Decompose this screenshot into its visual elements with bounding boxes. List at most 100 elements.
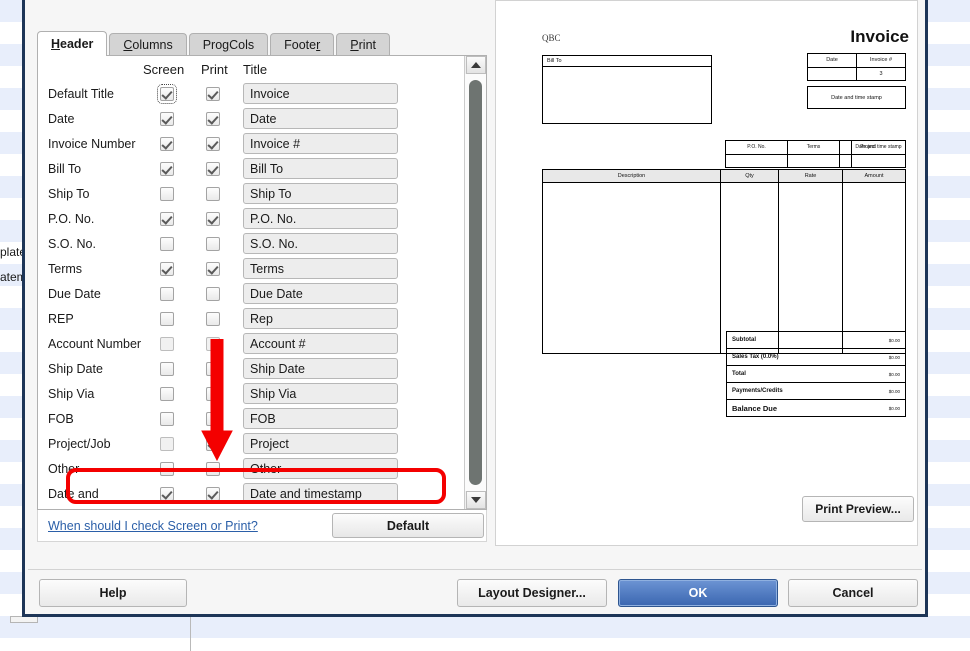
scrollbar-thumb[interactable] <box>469 80 482 485</box>
scroll-up-button[interactable] <box>465 56 486 74</box>
print-checkbox[interactable] <box>206 236 220 251</box>
timestamp-project-value <box>852 155 905 168</box>
line-items-table: Description Qty Rate Amount <box>542 169 906 354</box>
totals-value: $0.00 <box>888 388 900 394</box>
tab-columns[interactable]: Columns <box>109 33 187 56</box>
screen-checkbox[interactable] <box>160 436 174 451</box>
print-checkbox[interactable] <box>206 486 220 501</box>
table-row: P.O. No. Terms Date and time stamp Proje… <box>726 141 905 155</box>
layout-designer-button[interactable]: Layout Designer... <box>457 579 607 607</box>
screen-checkbox[interactable] <box>160 361 174 376</box>
field-row-label: Invoice Number <box>48 136 136 151</box>
title-input[interactable]: Rep <box>243 308 398 329</box>
title-input[interactable]: Ship Via <box>243 383 398 404</box>
title-input[interactable]: Ship Date <box>243 358 398 379</box>
print-checkbox[interactable] <box>206 186 220 201</box>
tab-print[interactable]: Print <box>336 33 390 56</box>
screen-checkbox[interactable] <box>160 311 174 326</box>
invoice-number-header: Invoice # <box>869 57 892 64</box>
column-header-description: Description <box>543 170 721 182</box>
field-row: Date Date <box>38 106 464 131</box>
bill-to-box: Bill To <box>542 55 712 124</box>
screen-checkbox[interactable] <box>160 286 174 301</box>
screen-checkbox[interactable] <box>160 386 174 401</box>
print-checkbox[interactable] <box>206 386 220 401</box>
title-input[interactable]: Ship To <box>243 183 398 204</box>
screen-checkbox[interactable] <box>160 486 174 501</box>
field-row-label: S.O. No. <box>48 236 96 251</box>
print-checkbox[interactable] <box>206 436 220 451</box>
totals-value: $0.00 <box>888 405 900 411</box>
totals-row: Total $0.00 <box>727 366 905 383</box>
title-input[interactable]: Other <box>243 458 398 479</box>
screen-checkbox[interactable] <box>160 261 174 276</box>
title-input[interactable]: FOB <box>243 408 398 429</box>
screen-checkbox[interactable] <box>160 336 174 351</box>
field-row-label: Due Date <box>48 286 101 301</box>
print-checkbox[interactable] <box>206 461 220 476</box>
print-checkbox[interactable] <box>206 161 220 176</box>
field-row-label: P.O. No. <box>48 211 95 226</box>
screen-checkbox[interactable] <box>157 83 177 104</box>
screen-checkbox[interactable] <box>160 161 174 176</box>
totals-row: Payments/Credits $0.00 <box>727 383 905 400</box>
invoice-preview: QBC Invoice Date Invoice # 3 Date and ti… <box>495 0 918 546</box>
ok-button[interactable]: OK <box>618 579 778 607</box>
field-row: Ship Date Ship Date <box>38 356 464 381</box>
screen-checkbox[interactable] <box>160 461 174 476</box>
screen-checkbox[interactable] <box>160 136 174 151</box>
table-row: Date Invoice # <box>808 54 905 68</box>
screen-checkbox[interactable] <box>160 211 174 226</box>
print-preview-button[interactable]: Print Preview... <box>802 496 914 522</box>
title-input[interactable]: Invoice <box>243 83 398 104</box>
print-checkbox[interactable] <box>206 361 220 376</box>
tab-prog-cols[interactable]: Pro g Cols <box>188 33 269 56</box>
screen-checkbox[interactable] <box>160 236 174 251</box>
title-input[interactable]: Project <box>243 433 398 454</box>
cancel-button[interactable]: Cancel <box>788 579 918 607</box>
help-button[interactable]: Help <box>39 579 187 607</box>
print-checkbox[interactable] <box>206 286 220 301</box>
screen-checkbox[interactable] <box>160 411 174 426</box>
print-checkbox[interactable] <box>206 336 220 351</box>
scroll-down-button[interactable] <box>465 491 486 509</box>
print-checkbox[interactable] <box>206 311 220 326</box>
background-divider <box>190 612 191 651</box>
print-checkbox[interactable] <box>206 111 220 126</box>
invoice-title: Invoice <box>850 27 909 46</box>
title-input[interactable]: Account # <box>243 333 398 354</box>
screen-checkbox[interactable] <box>160 111 174 126</box>
invoice-number-value: 3 <box>879 70 883 77</box>
header-fields-panel: Screen Print Title Default Title Invoice D… <box>37 55 487 510</box>
terms-value <box>788 154 840 167</box>
title-input[interactable]: Invoice # <box>243 133 398 154</box>
title-input[interactable]: S.O. No. <box>243 233 398 254</box>
print-checkbox[interactable] <box>206 261 220 276</box>
table-row <box>726 154 905 168</box>
cell-description <box>543 183 721 353</box>
title-input[interactable]: Terms <box>243 258 398 279</box>
screen-print-help-link[interactable]: When should I check Screen or Print? <box>48 519 258 533</box>
field-row-label: Ship Via <box>48 386 95 401</box>
cell-amount <box>843 183 905 353</box>
tab-footer[interactable]: Foote r <box>270 33 335 56</box>
title-input[interactable]: Date and timestamp <box>243 483 398 504</box>
scrollbar-track[interactable] <box>465 74 486 491</box>
screen-checkbox[interactable] <box>160 186 174 201</box>
print-checkbox[interactable] <box>206 86 220 101</box>
vertical-scrollbar[interactable] <box>464 56 486 509</box>
invoice-paper: QBC Invoice Date Invoice # 3 Date and ti… <box>496 1 917 545</box>
title-input[interactable]: Date <box>243 108 398 129</box>
print-checkbox[interactable] <box>206 211 220 226</box>
title-input[interactable]: Due Date <box>243 283 398 304</box>
print-checkbox[interactable] <box>206 136 220 151</box>
print-checkbox[interactable] <box>206 411 220 426</box>
title-input[interactable]: Bill To <box>243 158 398 179</box>
column-header-screen: Screen <box>143 62 185 77</box>
field-row-label: Default Title <box>48 86 115 101</box>
title-input[interactable]: P.O. No. <box>243 208 398 229</box>
column-header-rate: Rate <box>779 170 843 182</box>
default-button[interactable]: Default <box>332 513 484 538</box>
tab-header[interactable]: Header <box>37 31 108 56</box>
field-row: Invoice Number Invoice # <box>38 131 464 156</box>
